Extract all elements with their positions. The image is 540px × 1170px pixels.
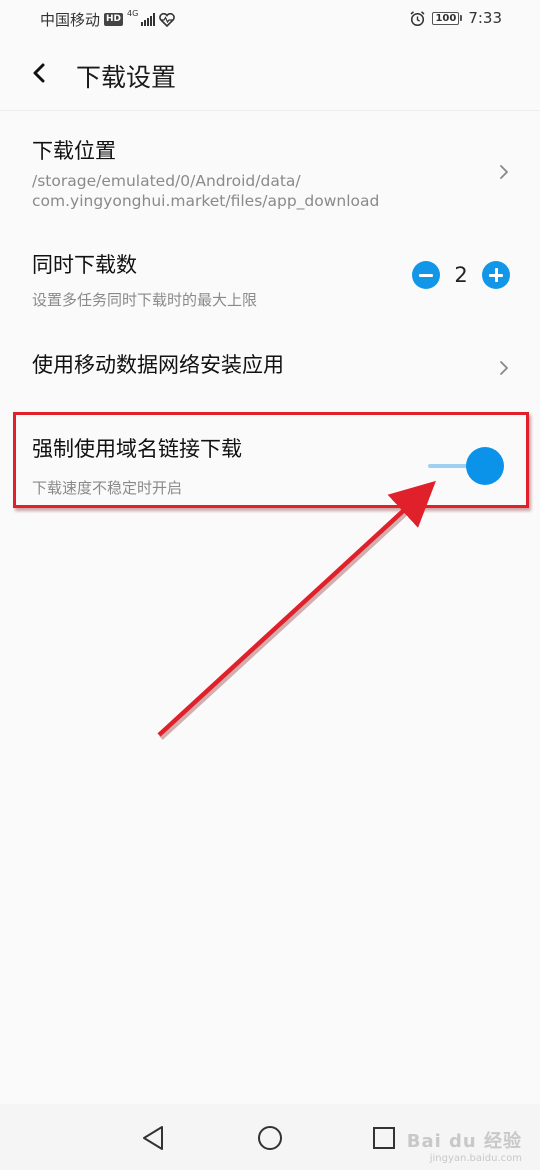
download-path-line1: /storage/emulated/0/Android/data/: [32, 172, 301, 190]
home-circle-icon[interactable]: [252, 1120, 288, 1156]
alarm-icon: [410, 10, 425, 26]
status-bar: 中国移动 HD 4G 100 7:33: [0, 0, 540, 38]
watermark: Bai du 经验 jingyan.baidu.com: [407, 1127, 522, 1164]
setting-download-location[interactable]: 下载位置 /storage/emulated/0/Android/data/ c…: [0, 111, 540, 217]
network-type: 4G: [127, 9, 139, 18]
health-icon: [159, 12, 176, 27]
signal-icon: [141, 13, 156, 26]
chevron-right-icon: [500, 165, 508, 179]
carrier-name: 中国移动: [40, 11, 101, 29]
toggle-knob: [466, 447, 504, 485]
recents-square-icon[interactable]: [366, 1120, 402, 1156]
download-path: /storage/emulated/0/Android/data/ com.yi…: [32, 171, 379, 211]
system-nav-bar: Bai du 经验 jingyan.baidu.com: [0, 1104, 540, 1170]
setting-label: 同时下载数: [32, 253, 137, 277]
setting-description: 下载速度不稳定时开启: [32, 479, 183, 497]
setting-description: 设置多任务同时下载时的最大上限: [32, 291, 258, 309]
minus-icon: [419, 273, 433, 277]
page-title: 下载设置: [76, 63, 177, 92]
concurrent-downloads-stepper: 2: [412, 261, 510, 289]
setting-label: 下载位置: [32, 139, 116, 163]
status-left: 中国移动 HD 4G: [40, 9, 176, 30]
hd-badge-icon: HD: [104, 13, 124, 26]
download-path-line2: com.yingyonghui.market/files/app_downloa…: [32, 192, 380, 210]
increase-button[interactable]: [482, 261, 510, 289]
battery-level: 100: [432, 11, 460, 25]
decrease-button[interactable]: [412, 261, 440, 289]
setting-concurrent-downloads: 同时下载数 设置多任务同时下载时的最大上限 2: [0, 217, 540, 315]
chevron-right-icon: [500, 361, 508, 375]
concurrent-downloads-value: 2: [454, 263, 468, 287]
setting-force-domain-download[interactable]: 强制使用域名链接下载 下载速度不稳定时开启: [0, 415, 540, 515]
app-header: 下载设置: [0, 38, 540, 111]
setting-label: 强制使用域名链接下载: [32, 437, 242, 461]
chevron-left-icon[interactable]: [30, 62, 48, 84]
setting-mobile-data-install[interactable]: 使用移动数据网络安装应用: [0, 315, 540, 415]
back-triangle-icon[interactable]: [136, 1120, 172, 1156]
clock: 7:33: [468, 9, 502, 27]
watermark-site: jingyan.baidu.com: [429, 1153, 522, 1164]
settings-list: 下载位置 /storage/emulated/0/Android/data/ c…: [0, 111, 540, 515]
battery-icon: 100: [432, 11, 463, 25]
setting-label: 使用移动数据网络安装应用: [32, 353, 284, 377]
watermark-brand: Bai du 经验: [406, 1131, 522, 1152]
status-right: 100 7:33: [409, 9, 502, 27]
force-domain-download-toggle[interactable]: [428, 447, 504, 485]
